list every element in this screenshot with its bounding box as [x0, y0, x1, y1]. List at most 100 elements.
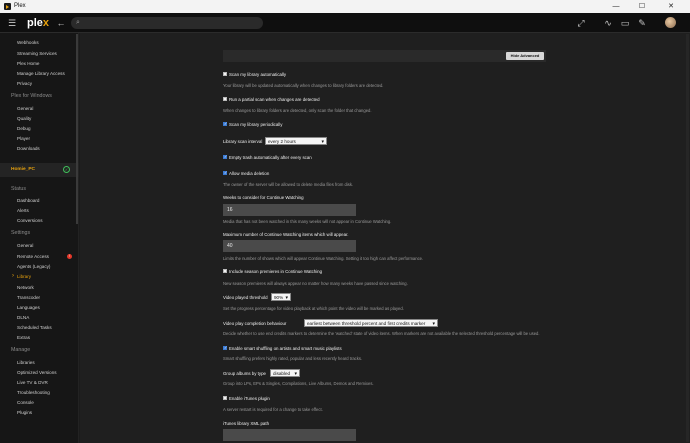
sidebar-item-manage-library-access[interactable]: Manage Library Access [17, 71, 65, 76]
sidebar-item-plugins[interactable]: Plugins [17, 410, 32, 415]
completion-behaviour-label: Video play completion behaviour [223, 321, 287, 326]
group-albums-desc: Group into LPs, EPs & Singles, Compilati… [223, 381, 374, 386]
section-header-plex-for-windows: Plex for Windows [11, 93, 52, 99]
itunes-path-input[interactable] [223, 429, 356, 441]
sidebar-item-extras[interactable]: Extras [17, 335, 30, 340]
activity-icon[interactable]: ∿ [602, 13, 614, 33]
played-threshold-select[interactable]: 90% [271, 293, 291, 302]
sidebar-item-webhooks[interactable]: Webhooks [17, 40, 39, 45]
sidebar-item-live-tv-dvr[interactable]: Live TV & DVR [17, 380, 48, 385]
search-input[interactable]: ⌕ [71, 17, 263, 29]
scan-interval-select[interactable]: every 2 hours [265, 137, 327, 146]
sidebar-item-dashboard[interactable]: Dashboard [17, 198, 39, 203]
sidebar-item-quality[interactable]: Quality [17, 116, 31, 121]
allow-deletion-label: Allow media deletion [229, 171, 270, 176]
sidebar-item-transcoder[interactable]: Transcoder [17, 295, 40, 300]
partial-scan-checkbox[interactable] [223, 97, 227, 101]
window-title: Plex [14, 3, 26, 9]
scan-periodically-checkbox[interactable] [223, 121, 227, 126]
allow-deletion-checkbox[interactable] [223, 170, 227, 175]
group-albums-label: Group albums by type [223, 371, 266, 376]
partial-scan-label: Run a partial scan when changes are dete… [229, 97, 320, 102]
search-icon: ⌕ [76, 19, 80, 26]
hamburger-menu-icon[interactable]: ☰ [6, 13, 18, 33]
sidebar-item-player[interactable]: Player [17, 136, 30, 141]
plex-app-icon [4, 3, 11, 10]
sidebar-item-scheduled-tasks[interactable]: Scheduled Tasks [17, 325, 52, 330]
window-titlebar: Plex — ☐ ✕ [0, 0, 690, 13]
season-premieres-desc: New season premieres will always appear … [223, 281, 408, 286]
sidebar-item-streaming-services[interactable]: Streaming Services [17, 51, 57, 56]
back-arrow-icon[interactable]: ← [55, 13, 67, 33]
plex-logo[interactable]: plex [27, 13, 49, 33]
library-settings-panel [80, 33, 690, 443]
sidebar-item-optimized-versions[interactable]: Optimized Versions [17, 370, 57, 375]
server-name: Homie_PC [11, 167, 35, 172]
sidebar-item-windows-general[interactable]: General [17, 106, 33, 111]
allow-deletion-desc: The owner of the server will be allowed … [223, 182, 354, 187]
user-avatar[interactable] [665, 17, 676, 28]
sidebar-item-plex-home[interactable]: Plex Home [17, 61, 39, 66]
itunes-plugin-desc: A server restart is required for a chang… [223, 407, 323, 412]
weeks-continue-label: Weeks to consider for Continue Watching [223, 195, 304, 200]
sidebar-item-agents-legacy[interactable]: Agents (Legacy) [17, 264, 50, 269]
sidebar-item-alerts[interactable]: Alerts [17, 208, 29, 213]
sidebar-item-conversions[interactable]: Conversions [17, 218, 43, 223]
fullscreen-icon[interactable]: ⤢ [575, 13, 587, 33]
scan-automatically-label: Scan my library automatically [229, 72, 287, 77]
max-continue-label: Maximum number of Continue Watching item… [223, 232, 349, 237]
minimize-button[interactable]: — [603, 0, 629, 13]
completion-behaviour-select[interactable]: earliest between threshold percent and f… [304, 319, 438, 328]
sidebar-item-dlna[interactable]: DLNA [17, 315, 29, 320]
season-premieres-label: Include season premieres in Continue Wat… [229, 269, 323, 274]
itunes-plugin-label: Enable iTunes plugin [229, 396, 270, 401]
remote-access-warning-badge: ! [67, 254, 72, 259]
max-continue-input[interactable]: 40 [223, 240, 356, 252]
sidebar-item-settings-general[interactable]: General [17, 243, 33, 248]
settings-wrench-icon[interactable]: ✎ [636, 13, 648, 33]
completion-behaviour-desc: Decide whether to use end credits marker… [223, 331, 540, 336]
sidebar-item-downloads[interactable]: Downloads [17, 146, 40, 151]
scan-automatically-desc: Your library will be updated automatical… [223, 83, 384, 88]
section-header-settings: Settings [11, 230, 31, 236]
scan-interval-label: Library scan interval [223, 139, 263, 144]
server-selector[interactable]: Homie_PC ✓ [0, 163, 79, 177]
played-threshold-desc: Set the progress percentage for video pl… [223, 306, 404, 311]
empty-trash-label: Empty trash automatically after every sc… [229, 155, 312, 160]
sidebar-item-console[interactable]: Console [17, 400, 34, 405]
group-albums-select[interactable]: disabled [270, 369, 300, 378]
sidebar-item-libraries[interactable]: Libraries [17, 360, 35, 365]
smart-shuffle-checkbox[interactable] [223, 345, 227, 350]
sidebar-item-remote-access[interactable]: Remote Access [17, 254, 49, 259]
cast-icon[interactable]: ▭ [619, 13, 631, 33]
close-button[interactable]: ✕ [658, 0, 684, 13]
maximize-button[interactable]: ☐ [629, 0, 655, 13]
sidebar-item-troubleshooting[interactable]: Troubleshooting [17, 390, 50, 395]
main-scrollbar[interactable] [686, 34, 689, 442]
season-premieres-checkbox[interactable] [223, 269, 227, 273]
sidebar-item-debug[interactable]: Debug [17, 126, 31, 131]
logo-x: x [42, 17, 50, 29]
section-header-manage: Manage [11, 347, 31, 353]
empty-trash-checkbox[interactable] [223, 154, 227, 159]
section-header-status: Status [11, 186, 27, 192]
smart-shuffle-desc: Smart shuffling prefers highly rated, po… [223, 356, 363, 361]
played-threshold-label: Video played threshold [223, 295, 268, 300]
partial-scan-desc: When changes to library folders are dete… [223, 108, 372, 113]
max-continue-desc: Limits the number of shows which will ap… [223, 256, 424, 261]
sidebar-item-languages[interactable]: Languages [17, 305, 40, 310]
sidebar-item-network[interactable]: Network [17, 285, 34, 290]
weeks-continue-input[interactable]: 16 [223, 204, 356, 216]
itunes-plugin-checkbox[interactable] [223, 396, 227, 400]
logo-text: ple [27, 17, 43, 29]
smart-shuffle-label: Enable smart shuffling on artists and sm… [229, 346, 342, 351]
scan-automatically-checkbox[interactable] [223, 72, 227, 76]
weeks-continue-desc: Media that has not been watched in this … [223, 219, 392, 224]
itunes-path-label: iTunes library XML path [223, 421, 270, 426]
hide-advanced-button[interactable]: Hide Advanced [506, 52, 544, 60]
sidebar-item-privacy[interactable]: Privacy [17, 81, 32, 86]
advanced-toggle-bar [223, 50, 546, 62]
scan-periodically-label: Scan my library periodically [229, 122, 283, 127]
sidebar-item-library[interactable]: Library [12, 273, 31, 279]
sidebar-scrollbar[interactable] [76, 34, 78, 224]
